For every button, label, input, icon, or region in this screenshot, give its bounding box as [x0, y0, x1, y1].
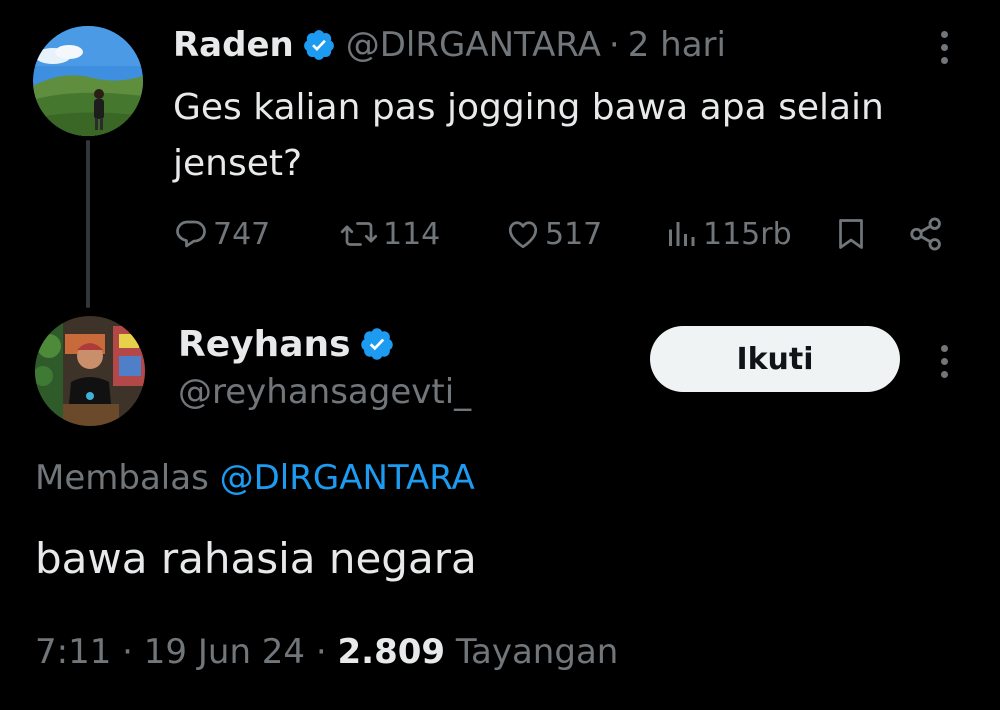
more-icon[interactable]: [934, 24, 954, 70]
reply-count: 747: [213, 216, 271, 252]
tweet-views-count: 2.809: [337, 632, 446, 672]
replying-to-line: Membalas @DlRGANTARA: [35, 458, 475, 498]
like-button[interactable]: 517: [505, 208, 602, 260]
retweet-button[interactable]: 114: [339, 208, 440, 260]
views-icon: [663, 216, 699, 252]
reply-button[interactable]: 747: [173, 208, 270, 260]
bookmark-button[interactable]: [833, 208, 869, 260]
more-icon[interactable]: [934, 338, 954, 384]
tweet-meta: 7:11 · 19 Jun 24 · 2.809 Tayangan: [35, 632, 618, 672]
meta-separator: ·: [122, 632, 133, 672]
tweet-detail-view: Raden @DlRGANTARA · 2 hari Ges kalian pa…: [0, 0, 1000, 710]
replying-to-mention[interactable]: @DlRGANTARA: [220, 458, 475, 498]
thread-connector-line: [86, 140, 90, 308]
retweet-count: 114: [383, 216, 441, 252]
replying-to-label: Membalas: [35, 458, 209, 498]
meta-separator: ·: [315, 632, 327, 672]
verified-badge-icon: [359, 326, 395, 362]
reply-author-name[interactable]: Reyhans: [178, 324, 351, 365]
tweet-views-label: Tayangan: [455, 632, 619, 672]
share-button[interactable]: [907, 208, 945, 260]
tweet-date[interactable]: 19 Jun 24: [144, 632, 305, 672]
header-separator: ·: [608, 25, 620, 65]
reply-author-handle[interactable]: @reyhansagevti_: [178, 372, 471, 412]
original-tweet-text: Ges kalian pas jogging bawa apa selain j…: [173, 87, 884, 184]
follow-button[interactable]: Ikuti: [650, 326, 900, 392]
reply-tweet-text: bawa rahasia negara: [35, 534, 477, 583]
like-icon: [505, 216, 541, 252]
original-tweet-time[interactable]: 2 hari: [628, 25, 726, 65]
reply-icon: [173, 216, 209, 252]
avatar-reyhans[interactable]: [35, 316, 145, 426]
avatar-raden[interactable]: [33, 26, 143, 136]
tweet-time[interactable]: 7:11: [35, 632, 111, 672]
views-count: 115rb: [703, 216, 792, 252]
retweet-icon: [339, 216, 379, 252]
share-icon: [907, 215, 945, 253]
bookmark-icon: [833, 215, 869, 253]
views-button[interactable]: 115rb: [663, 208, 792, 260]
reply-author-row: Reyhans: [178, 318, 405, 370]
like-count: 517: [545, 216, 603, 252]
tweet-action-bar: 747 114 517 115rb: [173, 208, 953, 260]
original-tweet-header: Raden @DlRGANTARA · 2 hari: [173, 22, 726, 68]
verified-badge-icon: [302, 28, 336, 62]
original-author-handle[interactable]: @DlRGANTARA: [346, 25, 601, 65]
original-author-name[interactable]: Raden: [173, 25, 294, 65]
